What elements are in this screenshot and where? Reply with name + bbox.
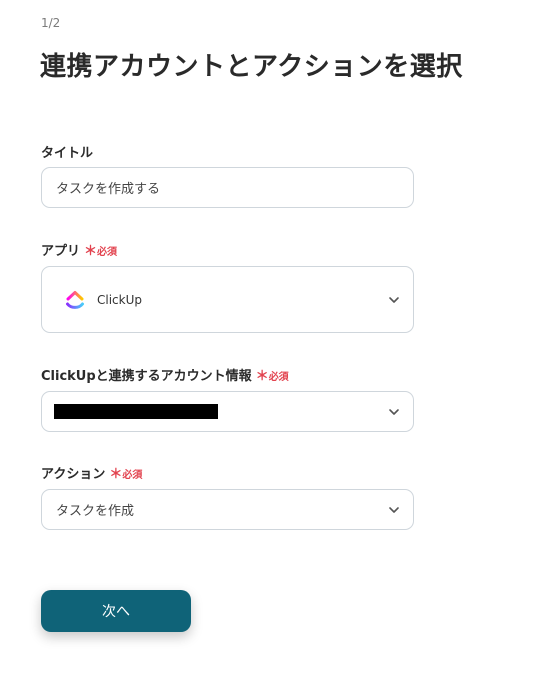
clickup-logo-icon [66,290,84,309]
action-label-text: アクション [41,467,106,482]
action-label: アクション ＊必須 [41,463,142,482]
page-title: 連携アカウントとアクションを選択 [40,52,463,82]
account-select[interactable] [41,391,414,432]
required-marker: ＊必須 [255,369,289,384]
title-label-text: タイトル [41,146,94,161]
action-select[interactable]: タスクを作成 [41,489,414,530]
chevron-down-icon [389,506,399,513]
app-label-text: アプリ [41,244,81,259]
chevron-down-icon [389,408,399,415]
app-label: アプリ ＊必須 [41,240,117,259]
step-indicator: 1/2 [41,16,61,30]
account-label-text: ClickUpと連携するアカウント情報 [41,369,252,384]
chevron-down-icon [389,296,399,303]
title-input-value: タスクを作成する [56,182,161,197]
title-label: タイトル [41,142,93,161]
app-select[interactable]: ClickUp [41,266,414,333]
selected-action: タスクを作成 [56,504,135,519]
account-label: ClickUpと連携するアカウント情報 ＊必須 [41,365,289,384]
required-marker: ＊必須 [109,467,143,482]
required-marker: ＊必須 [84,244,118,259]
redacted-account-name [54,404,218,419]
selected-app-name: ClickUp [97,292,142,307]
next-button[interactable]: 次へ [41,590,191,632]
title-input[interactable]: タスクを作成する [41,167,414,208]
